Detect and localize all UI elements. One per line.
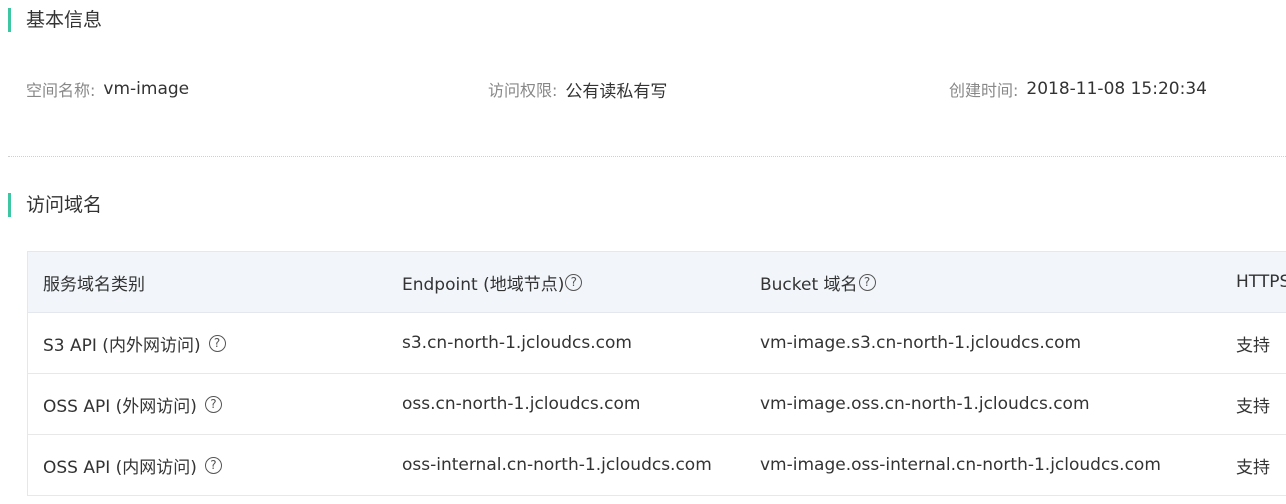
table-row: S3 API (内外网访问) ? s3.cn-north-1.jcloudcs.… [28, 313, 1286, 374]
space-name-label: 空间名称: [26, 81, 96, 100]
domain-type-cell: OSS API (外网访问) ? [43, 374, 222, 434]
https-support-cell: 支持 [1236, 396, 1270, 417]
bucket-domain-cell: vm-image.s3.cn-north-1.jcloudcs.com [760, 333, 1082, 353]
domain-type-cell: S3 API (内外网访问) ? [43, 313, 226, 373]
question-circle-icon[interactable]: ? [204, 395, 222, 413]
table-header-row: 服务域名类别 Endpoint (地域节点) ? Bucket 域名 ? HTT… [28, 252, 1286, 313]
https-support-cell: 支持 [1236, 335, 1270, 356]
question-circle-icon[interactable]: ? [204, 456, 222, 474]
question-circle-icon[interactable]: ? [565, 273, 583, 291]
created-time-label: 创建时间: [949, 81, 1019, 100]
access-permission-label: 访问权限: [488, 81, 558, 100]
access-domain-header: 访问域名 [8, 193, 102, 217]
access-permission-field: 访问权限: 公有读私有写 [488, 78, 668, 102]
column-header-bucket-domain: Bucket 域名 ? [760, 252, 876, 312]
section-divider [8, 156, 1286, 157]
column-header-endpoint: Endpoint (地域节点) ? [402, 252, 583, 312]
endpoint-cell: oss-internal.cn-north-1.jcloudcs.com [402, 455, 712, 475]
space-name-field: 空间名称: vm-image [26, 78, 189, 100]
basic-info-header: 基本信息 [8, 8, 102, 32]
space-name-value: vm-image [103, 79, 190, 99]
basic-info-row: 空间名称: vm-image 访问权限: 公有读私有写 创建时间: 2018-1… [0, 78, 1286, 102]
column-header-https: HTTPS [1236, 272, 1286, 292]
domain-type-cell: OSS API (内网访问) ? [43, 435, 222, 495]
question-circle-icon[interactable]: ? [858, 273, 876, 291]
section-accent-bar [8, 8, 11, 32]
domain-table: 服务域名类别 Endpoint (地域节点) ? Bucket 域名 ? HTT… [27, 251, 1286, 496]
table-row: OSS API (内网访问) ? oss-internal.cn-north-1… [28, 435, 1286, 496]
basic-info-title: 基本信息 [26, 9, 103, 31]
table-row: OSS API (外网访问) ? oss.cn-north-1.jcloudcs… [28, 374, 1286, 435]
https-support-cell: 支持 [1236, 457, 1270, 478]
section-accent-bar [8, 193, 11, 217]
created-time-field: 创建时间: 2018-11-08 15:20:34 [949, 78, 1207, 100]
created-time-value: 2018-11-08 15:20:34 [1026, 79, 1207, 99]
column-header-type: 服务域名类别 [43, 274, 145, 295]
access-domain-title: 访问域名 [26, 194, 103, 216]
endpoint-cell: oss.cn-north-1.jcloudcs.com [402, 394, 641, 414]
question-circle-icon[interactable]: ? [208, 334, 226, 352]
bucket-domain-cell: vm-image.oss.cn-north-1.jcloudcs.com [760, 394, 1090, 414]
endpoint-cell: s3.cn-north-1.jcloudcs.com [402, 333, 632, 353]
access-permission-value: 公有读私有写 [565, 81, 668, 102]
bucket-domain-cell: vm-image.oss-internal.cn-north-1.jcloudc… [760, 455, 1161, 475]
